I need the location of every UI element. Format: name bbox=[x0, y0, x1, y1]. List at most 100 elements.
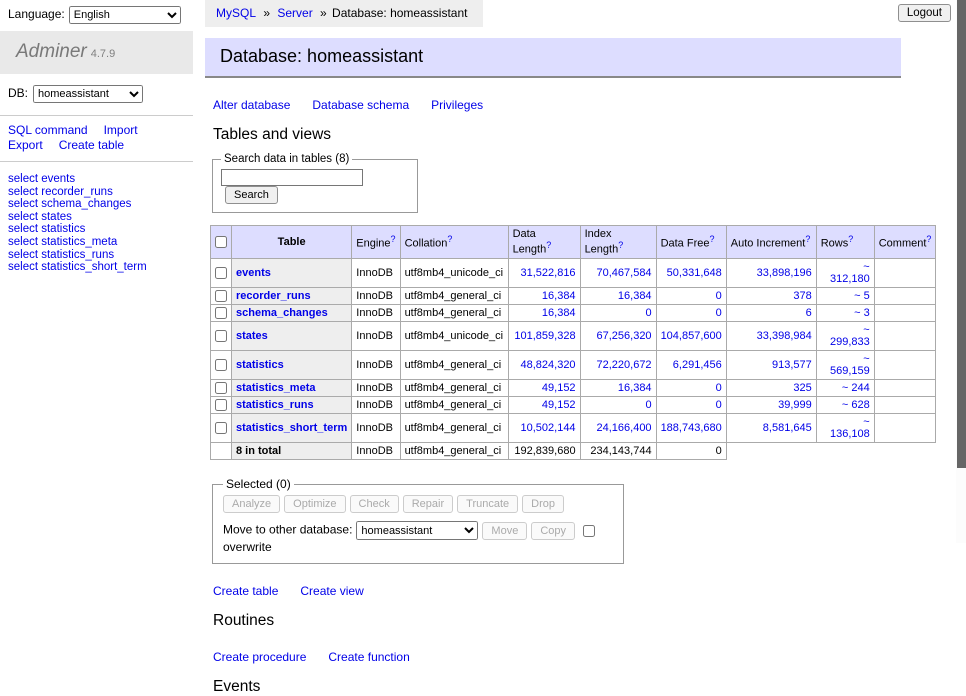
breadcrumb-link[interactable]: Server bbox=[277, 6, 312, 20]
auto-increment-link[interactable]: 6 bbox=[806, 307, 812, 319]
index-length-link[interactable]: 16,384 bbox=[618, 290, 652, 302]
truncate-button[interactable]: Truncate bbox=[457, 495, 518, 513]
table-name-link[interactable]: events bbox=[236, 267, 271, 279]
table-name-link[interactable]: states bbox=[236, 330, 268, 342]
move-db-select[interactable]: homeassistant bbox=[356, 521, 478, 540]
table-name-link[interactable]: recorder_runs bbox=[236, 290, 311, 302]
table-name-link[interactable]: statistics_runs bbox=[236, 399, 314, 411]
auto-increment-link[interactable]: 913,577 bbox=[772, 359, 812, 371]
search-input[interactable] bbox=[221, 169, 363, 186]
sidebar-select-link[interactable]: select statistics bbox=[8, 223, 85, 235]
sidebar-select-link[interactable]: select events bbox=[8, 173, 75, 185]
sidebar-action-link[interactable]: Create table bbox=[59, 138, 124, 152]
search-button[interactable]: Search bbox=[225, 186, 278, 204]
sidebar-select-link[interactable]: select statistics_short_term bbox=[8, 261, 147, 273]
rows-link[interactable]: ~ 299,833 bbox=[830, 324, 870, 348]
data-length-link[interactable]: 31,522,816 bbox=[521, 267, 576, 279]
table-name-link[interactable]: statistics bbox=[236, 359, 284, 371]
help-link[interactable]: ? bbox=[805, 234, 810, 244]
row-checkbox[interactable] bbox=[215, 422, 227, 434]
rows-link[interactable]: ~ 244 bbox=[842, 382, 870, 394]
data-free-link[interactable]: 0 bbox=[716, 399, 722, 411]
move-button[interactable]: Move bbox=[482, 522, 527, 540]
sidebar-action-link[interactable]: SQL command bbox=[8, 123, 88, 137]
data-length-link[interactable]: 10,502,144 bbox=[521, 422, 576, 434]
auto-increment-link[interactable]: 378 bbox=[793, 290, 811, 302]
auto-increment-link[interactable]: 8,581,645 bbox=[763, 422, 812, 434]
rows-link[interactable]: ~ 569,159 bbox=[830, 353, 870, 377]
repair-button[interactable]: Repair bbox=[403, 495, 453, 513]
sidebar-select-link[interactable]: select recorder_runs bbox=[8, 186, 113, 198]
sidebar-select-link[interactable]: select states bbox=[8, 211, 72, 223]
row-checkbox[interactable] bbox=[215, 399, 227, 411]
data-free-link[interactable]: 104,857,600 bbox=[661, 330, 722, 342]
rows-link[interactable]: ~ 5 bbox=[854, 290, 870, 302]
data-free-link[interactable]: 50,331,648 bbox=[667, 267, 722, 279]
table-name-link[interactable]: schema_changes bbox=[236, 307, 328, 319]
index-length-link[interactable]: 16,384 bbox=[618, 382, 652, 394]
scrollbar-track[interactable] bbox=[956, 0, 966, 543]
db-select[interactable]: homeassistant bbox=[33, 85, 143, 103]
auto-increment-link[interactable]: 33,398,984 bbox=[757, 330, 812, 342]
data-free-link[interactable]: 0 bbox=[716, 382, 722, 394]
index-length-link[interactable]: 0 bbox=[645, 399, 651, 411]
create-link[interactable]: Create table bbox=[213, 584, 278, 598]
help-link[interactable]: ? bbox=[447, 234, 452, 244]
row-checkbox[interactable] bbox=[215, 267, 227, 279]
index-length-link[interactable]: 0 bbox=[645, 307, 651, 319]
sidebar-select-link[interactable]: select statistics_runs bbox=[8, 249, 114, 261]
table-name-link[interactable]: statistics_short_term bbox=[236, 422, 347, 434]
index-length-link[interactable]: 24,166,400 bbox=[597, 422, 652, 434]
data-length-link[interactable]: 16,384 bbox=[542, 307, 576, 319]
sidebar-select-link[interactable]: select statistics_meta bbox=[8, 236, 117, 248]
help-link[interactable]: ? bbox=[709, 234, 714, 244]
row-checkbox[interactable] bbox=[215, 307, 227, 319]
optimize-button[interactable]: Optimize bbox=[284, 495, 345, 513]
row-checkbox[interactable] bbox=[215, 382, 227, 394]
logout-button[interactable]: Logout bbox=[898, 4, 951, 22]
drop-button[interactable]: Drop bbox=[522, 495, 564, 513]
index-length-link[interactable]: 70,467,584 bbox=[597, 267, 652, 279]
database-action-link[interactable]: Privileges bbox=[431, 98, 483, 112]
routine-link[interactable]: Create function bbox=[328, 650, 409, 664]
copy-button[interactable]: Copy bbox=[531, 522, 575, 540]
language-select[interactable]: English bbox=[69, 6, 181, 24]
analyze-button[interactable]: Analyze bbox=[223, 495, 280, 513]
auto-increment-link[interactable]: 39,999 bbox=[778, 399, 812, 411]
check-button[interactable]: Check bbox=[350, 495, 399, 513]
index-length-link[interactable]: 72,220,672 bbox=[597, 359, 652, 371]
help-link[interactable]: ? bbox=[546, 240, 551, 250]
scrollbar-thumb[interactable] bbox=[957, 0, 966, 468]
help-link[interactable]: ? bbox=[926, 234, 931, 244]
row-checkbox[interactable] bbox=[215, 290, 227, 302]
row-checkbox[interactable] bbox=[215, 359, 227, 371]
row-checkbox[interactable] bbox=[215, 330, 227, 342]
sidebar-action-link[interactable]: Import bbox=[104, 123, 138, 137]
data-length-link[interactable]: 49,152 bbox=[542, 382, 576, 394]
help-link[interactable]: ? bbox=[618, 240, 623, 250]
data-length-link[interactable]: 101,859,328 bbox=[514, 330, 575, 342]
overwrite-checkbox[interactable] bbox=[583, 525, 595, 537]
auto-increment-link[interactable]: 325 bbox=[793, 382, 811, 394]
rows-link[interactable]: ~ 136,108 bbox=[830, 416, 870, 440]
rows-link[interactable]: ~ 628 bbox=[842, 399, 870, 411]
database-action-link[interactable]: Alter database bbox=[213, 98, 290, 112]
routine-link[interactable]: Create procedure bbox=[213, 650, 306, 664]
auto-increment-link[interactable]: 33,898,196 bbox=[757, 267, 812, 279]
breadcrumb-link[interactable]: MySQL bbox=[216, 6, 256, 20]
create-link[interactable]: Create view bbox=[300, 584, 363, 598]
index-length-link[interactable]: 67,256,320 bbox=[597, 330, 652, 342]
help-link[interactable]: ? bbox=[391, 234, 396, 244]
data-free-link[interactable]: 0 bbox=[716, 290, 722, 302]
data-length-link[interactable]: 48,824,320 bbox=[521, 359, 576, 371]
database-action-link[interactable]: Database schema bbox=[312, 98, 409, 112]
sidebar-select-link[interactable]: select schema_changes bbox=[8, 198, 131, 210]
data-length-link[interactable]: 49,152 bbox=[542, 399, 576, 411]
rows-link[interactable]: ~ 3 bbox=[854, 307, 870, 319]
table-name-link[interactable]: statistics_meta bbox=[236, 382, 316, 394]
select-all-checkbox[interactable] bbox=[215, 236, 227, 248]
data-free-link[interactable]: 0 bbox=[716, 307, 722, 319]
data-free-link[interactable]: 6,291,456 bbox=[673, 359, 722, 371]
data-length-link[interactable]: 16,384 bbox=[542, 290, 576, 302]
data-free-link[interactable]: 188,743,680 bbox=[661, 422, 722, 434]
